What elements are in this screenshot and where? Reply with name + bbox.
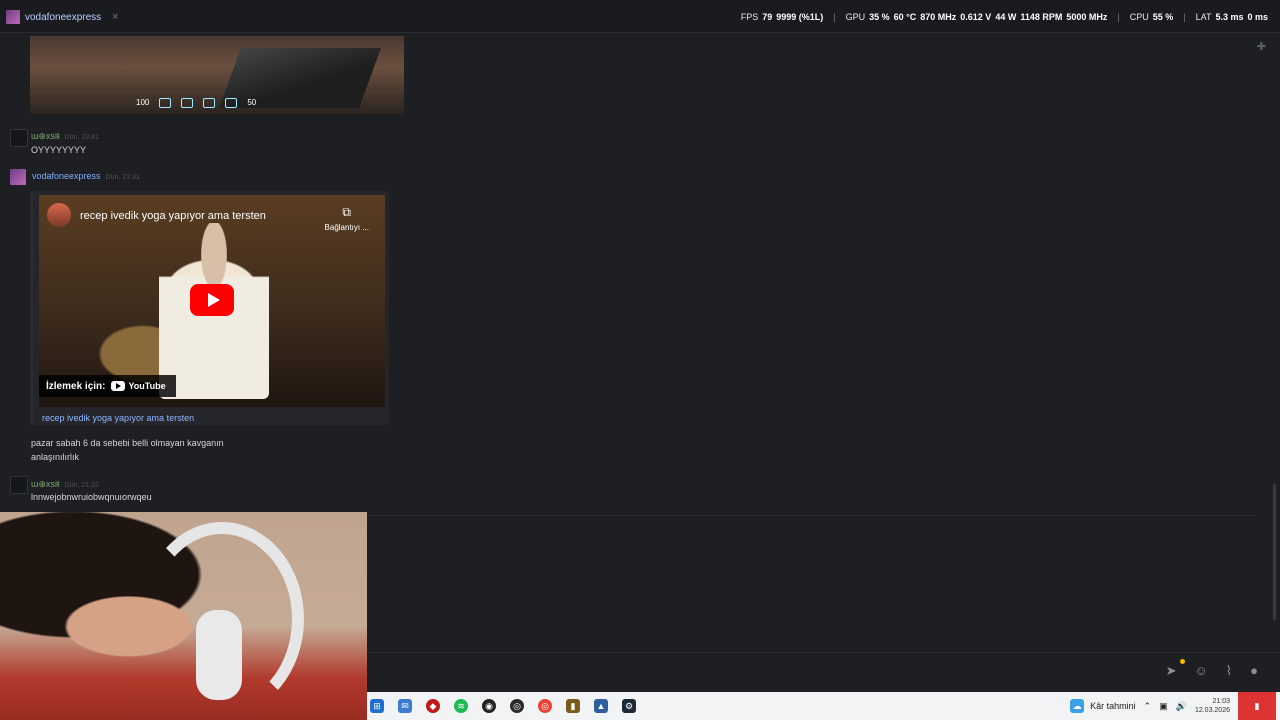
send-icon[interactable]: ➤: [1166, 663, 1177, 679]
gpu-temp: 60 °C: [893, 12, 917, 22]
cpu-label: CPU: [1129, 12, 1149, 22]
game-screenshot-embed[interactable]: 100 50: [30, 36, 404, 114]
play-button[interactable]: [190, 284, 234, 316]
message-author[interactable]: ɯ⊕xsiŧ Dün, 19:41: [31, 131, 99, 142]
ability-icon: [159, 98, 172, 108]
youtube-play-icon: [111, 381, 126, 391]
league-icon[interactable]: ▮: [566, 699, 580, 713]
spotify-icon[interactable]: ≋: [454, 699, 468, 713]
steam-icon[interactable]: ⚙: [622, 699, 636, 713]
windows-taskbar: ⊞ ✉ ◆ ≋ ◉ ◎ ◎ ▮ ▲ ⚙ ☁ Kâr tahmini ⌃ ▣ 🔊 …: [367, 692, 1280, 720]
youtube-logo-text: YouTube: [128, 381, 166, 391]
gpu-power: 44 W: [995, 12, 1017, 22]
message-line: pazar sabah 6 da sebebi belli olmayan ka…: [31, 438, 224, 448]
avatar[interactable]: [10, 169, 26, 185]
message-author[interactable]: ɯ⊕xsiŧ Dün, 21:32: [31, 479, 99, 490]
top-bar: vodafoneexpress × FPS 79 9999 (%1L) | GPU 3…: [0, 0, 1280, 33]
riot-client-icon[interactable]: ▲: [594, 699, 608, 713]
gpu-label: GPU: [845, 12, 866, 22]
message-text: lnnwejobnwruiobwqnuıorwqeu: [31, 492, 152, 502]
ability-icon: [203, 98, 216, 108]
message-line: anlaşınılırlık: [31, 452, 80, 462]
notification-icon[interactable]: ▮: [1238, 692, 1276, 720]
message-timestamp: Dün, 21:32: [64, 482, 99, 489]
clock[interactable]: 21:03 12.03.2026: [1195, 697, 1230, 715]
watch-on-youtube[interactable]: İzlemek için: YouTube: [39, 375, 176, 397]
close-icon[interactable]: ×: [112, 11, 118, 23]
hud-health: 100: [136, 98, 150, 107]
youtube-logo: YouTube: [111, 381, 166, 391]
webcam-overlay: [0, 512, 367, 720]
chrome-icon[interactable]: ◎: [538, 699, 552, 713]
composer-actions: ➤ ☺ ⌇ ●: [1166, 663, 1258, 679]
attach-icon[interactable]: ⌇: [1226, 663, 1232, 679]
weather-label: Kâr tahmini: [1090, 701, 1136, 711]
youtube-video-player[interactable]: recep ivedik yoga yapıyor ama tersten ⧉ …: [39, 195, 385, 407]
youtube-embed: recep ivedik yoga yapıyor ama tersten ⧉ …: [30, 191, 389, 425]
lat-label: LAT: [1195, 12, 1212, 22]
message-timestamp: Dün, 21:31: [105, 174, 140, 181]
hud-ammo: 50: [247, 98, 257, 107]
fps-extra: 9999 (%1L): [776, 12, 824, 22]
gpu-load: 35 %: [869, 12, 890, 22]
valorant-icon[interactable]: ◆: [426, 699, 440, 713]
video-title[interactable]: recep ivedik yoga yapıyor ama tersten: [80, 210, 266, 222]
chat-log: 100 50 ɯ⊕xsiŧ Dün, 19:41 OYYYYYYYY vodafo…: [0, 32, 1280, 512]
fps-label: FPS: [740, 12, 759, 22]
ability-icon: [225, 98, 238, 108]
headphone-cup-graphic: [196, 610, 242, 700]
gpu-volt: 0.612 V: [960, 12, 992, 22]
chrome-dark-icon[interactable]: ◎: [510, 699, 524, 713]
play-icon: [207, 293, 220, 307]
start-icon[interactable]: ⊞: [370, 699, 384, 713]
ability-icon: [181, 98, 194, 108]
message-text: pazar sabah 6 da sebebi belli olmayan ka…: [31, 436, 224, 464]
author-name[interactable]: vodafoneexpress: [32, 171, 101, 181]
obs-icon[interactable]: ◉: [482, 699, 496, 713]
avatar[interactable]: [10, 129, 28, 147]
watch-label: İzlemek için:: [46, 380, 106, 392]
copy-link-label[interactable]: Bağlantıyı ...: [325, 223, 369, 232]
weather-widget[interactable]: ☁ Kâr tahmini: [1070, 699, 1136, 713]
message-text: OYYYYYYYY: [31, 145, 87, 155]
scrollbar[interactable]: [1273, 484, 1276, 620]
copy-link-icon[interactable]: ⧉: [342, 205, 351, 220]
game-hud: 100 50: [136, 98, 256, 108]
emoji-icon[interactable]: ☺: [1195, 663, 1208, 679]
gpu-mem: 5000 MHz: [1066, 12, 1108, 22]
author-name[interactable]: ɯ⊕xsiŧ: [31, 479, 60, 489]
chevron-up-icon[interactable]: ⌃: [1144, 701, 1152, 712]
tab-avatar: [6, 10, 20, 24]
tab-label: vodafoneexpress: [25, 11, 102, 23]
cpu-load: 55 %: [1152, 12, 1174, 22]
network-icon[interactable]: ▣: [1159, 701, 1168, 712]
clock-time: 21:03: [1212, 698, 1230, 705]
author-name[interactable]: ɯ⊕xsiŧ: [31, 131, 60, 141]
channel-avatar[interactable]: [47, 203, 71, 227]
mic-icon[interactable]: ●: [1250, 663, 1258, 679]
weather-icon: ☁: [1070, 699, 1085, 713]
clock-date: 12.03.2026: [1194, 707, 1230, 714]
lat-value: 5.3 ms: [1215, 12, 1244, 22]
lat-value-2: 0 ms: [1247, 12, 1268, 22]
chat-tab[interactable]: vodafoneexpress ×: [6, 9, 119, 25]
system-tray: ☁ Kâr tahmini ⌃ ▣ 🔊 21:03 12.03.2026 ▮: [1070, 692, 1276, 720]
message-composer[interactable]: ➤ ☺ ⌇ ●: [367, 652, 1280, 693]
message-timestamp: Dün, 19:41: [64, 134, 99, 141]
avatar[interactable]: [10, 476, 28, 494]
message-author[interactable]: vodafoneexpress Dün, 21:31: [32, 171, 140, 181]
performance-overlay: FPS 79 9999 (%1L) | GPU 35 % 60 °C 870 MHz 0.6…: [740, 12, 1268, 22]
taskbar-apps: ⊞ ✉ ◆ ≋ ◉ ◎ ◎ ▮ ▲ ⚙: [367, 699, 636, 713]
mail-icon[interactable]: ✉: [398, 699, 412, 713]
fps-value: 79: [762, 12, 773, 22]
video-link[interactable]: recep ivedik yoga yapıyor ama tersten: [42, 413, 194, 423]
gpu-clock: 870 MHz: [920, 12, 957, 22]
volume-icon[interactable]: 🔊: [1176, 701, 1187, 712]
gpu-fan: 1148 RPM: [1020, 12, 1063, 22]
